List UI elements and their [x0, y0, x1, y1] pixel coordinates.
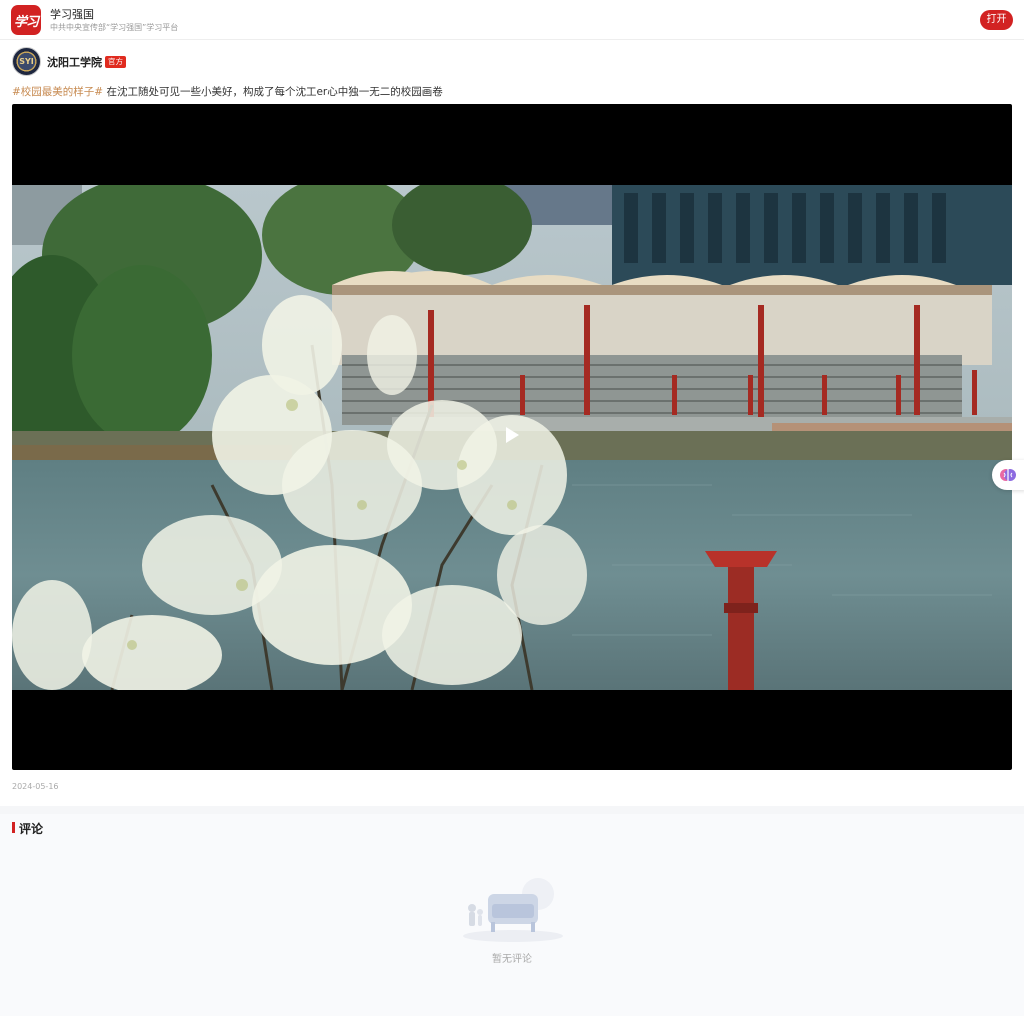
app-header: 学习 学习强国 中共中央宣传部“学习强国”学习平台 打开	[0, 0, 1024, 40]
app-title: 学习强国	[50, 8, 94, 21]
account-name[interactable]: 沈阳工学院	[47, 54, 102, 70]
post-text: #校园最美的样子# 在沈工随处可见一些小美好，构成了每个沈工er心中独一无二的校…	[12, 84, 443, 99]
play-icon[interactable]	[503, 426, 521, 444]
post-body: 在沈工随处可见一些小美好，构成了每个沈工er心中独一无二的校园画卷	[103, 86, 443, 98]
post-date: 2024-05-16	[12, 782, 59, 791]
official-badge: 官方	[105, 56, 126, 68]
empty-comments-text: 暂无评论	[492, 954, 532, 965]
post-hashtag[interactable]: #校园最美的样子#	[12, 86, 103, 98]
brain-icon-glyph	[1000, 469, 1016, 481]
brain-icon[interactable]	[992, 460, 1024, 490]
empty-comments-illustration	[463, 878, 563, 942]
app-subtitle: 中共中央宣传部“学习强国”学习平台	[50, 23, 179, 32]
video-player[interactable]	[12, 104, 1012, 770]
open-app-button[interactable]: 打开	[980, 10, 1013, 30]
app-logo: 学习	[11, 5, 41, 35]
avatar-text: SYI	[19, 57, 34, 66]
section-divider	[0, 806, 1024, 814]
account-avatar[interactable]: SYI	[12, 47, 41, 76]
comments-accent-bar	[12, 822, 15, 833]
comments-title: 评论	[19, 822, 44, 836]
